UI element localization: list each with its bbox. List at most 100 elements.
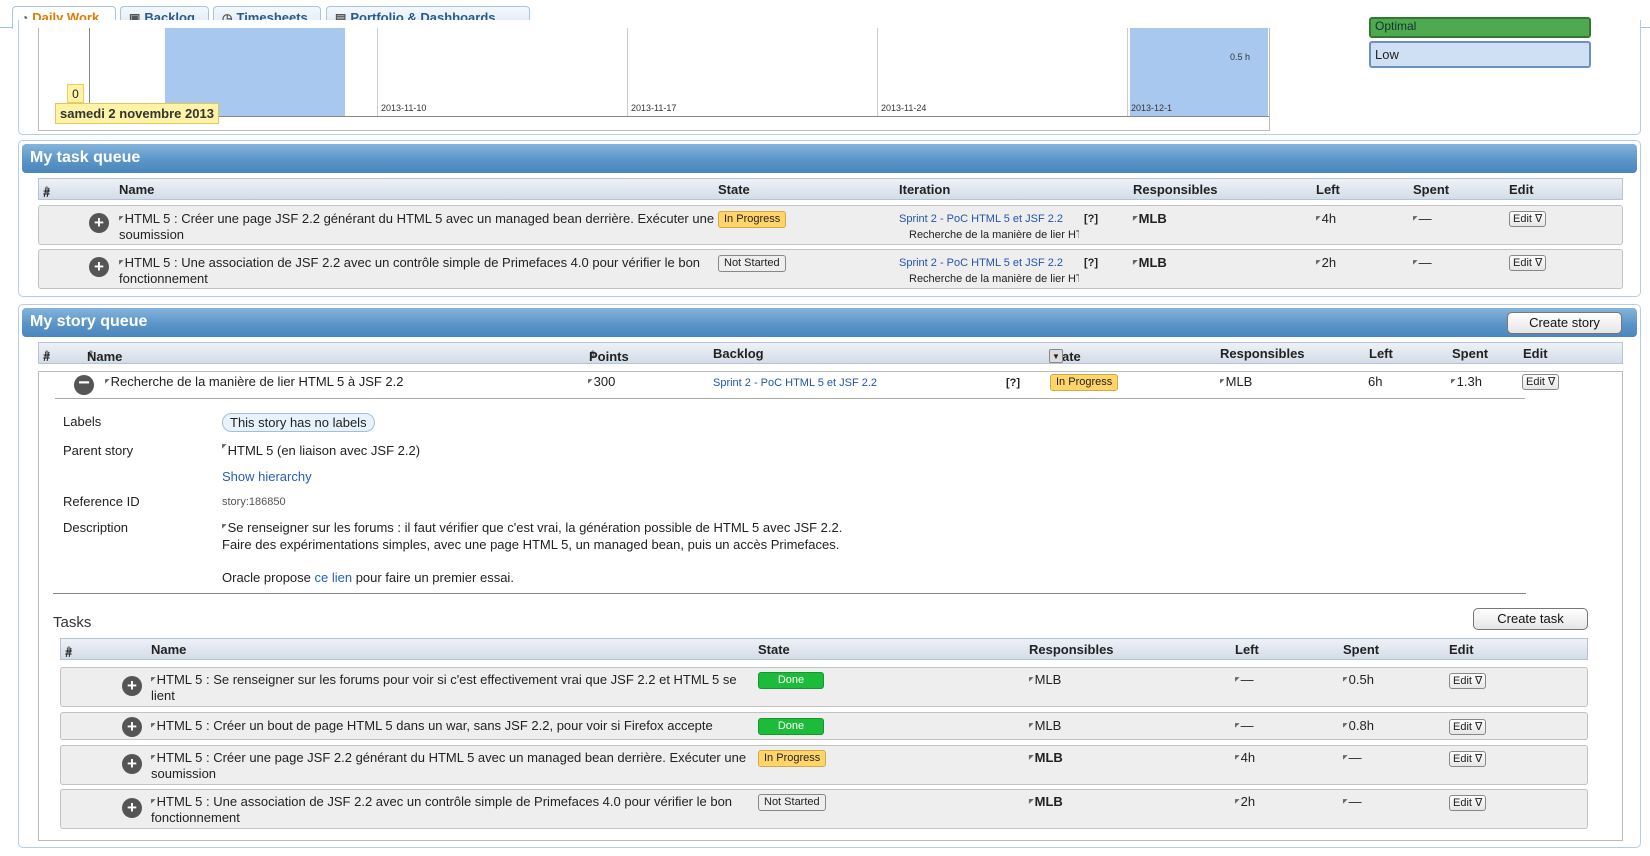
effort-spent[interactable]: ◤— <box>1413 255 1432 271</box>
workload-chart: 2013-11-10 2013-11-17 2013-11-24 2013-12… <box>38 28 1270 131</box>
effort-spent[interactable]: ◤0.8h <box>1343 718 1374 734</box>
task-name[interactable]: ◤HTML 5 : Créer une page JSF 2.2 généran… <box>151 750 751 782</box>
effort-spent[interactable]: ◤— <box>1343 794 1362 810</box>
effort-spent[interactable]: ◤— <box>1343 750 1362 766</box>
iteration-link[interactable]: Sprint 2 - PoC HTML 5 et JSF 2.2 <box>899 213 1063 225</box>
col-responsibles[interactable]: Responsibles <box>1220 346 1305 361</box>
col-spent[interactable]: Spent <box>1343 642 1379 657</box>
col-name[interactable]: Name <box>151 642 186 657</box>
state-badge[interactable]: Done <box>758 672 824 689</box>
col-spent[interactable]: Spent <box>1452 346 1488 361</box>
task-name[interactable]: ◤HTML 5 : Se renseigner sur les forums p… <box>151 672 751 704</box>
show-hierarchy-link[interactable]: Show hierarchy <box>222 469 312 484</box>
effort-spent[interactable]: ◤1.3h <box>1451 374 1482 390</box>
col-left[interactable]: Left <box>1316 182 1340 197</box>
filter-dropdown-icon[interactable]: ▼ <box>1049 349 1063 363</box>
expand-icon[interactable]: + <box>122 798 142 818</box>
responsibles[interactable]: ◤MLB <box>1133 255 1167 271</box>
expand-icon[interactable]: + <box>122 676 142 696</box>
task-name[interactable]: ◤HTML 5 : Une association de JSF 2.2 ave… <box>151 794 751 826</box>
edit-corner-icon: ◤ <box>119 216 124 222</box>
story-name[interactable]: ◤Recherche de la manière de lier HTML 5 … <box>105 374 404 390</box>
priority-low[interactable]: Low <box>1369 41 1591 68</box>
backlog-help[interactable]: [?] <box>1006 377 1020 389</box>
effort-left[interactable]: ◤4h <box>1316 211 1336 227</box>
iteration-story: Recherche de la manière de lier HTML 5 à… <box>909 229 1079 241</box>
edit-button[interactable]: Edit ∇ <box>1509 255 1547 271</box>
col-responsibles[interactable]: Responsibles <box>1133 182 1218 197</box>
iteration-help[interactable]: [?] <box>1084 213 1098 225</box>
responsibles[interactable]: ◤MLB <box>1029 794 1063 810</box>
labels-value[interactable]: This story has no labels <box>222 413 375 432</box>
col-state[interactable]: State <box>718 182 750 197</box>
effort-left[interactable]: ◤4h <box>1235 750 1255 766</box>
story-queue-title: My story queue <box>22 308 1637 337</box>
col-left[interactable]: Left <box>1369 346 1393 361</box>
priority-optimal[interactable]: Optimal <box>1369 17 1591 38</box>
story-row: − ◤Recherche de la manière de lier HTML … <box>38 371 1623 399</box>
create-story-button[interactable]: Create story <box>1507 312 1622 334</box>
task-name[interactable]: ◤HTML 5 : Une association de JSF 2.2 ave… <box>119 255 719 287</box>
chart-date-tooltip: samedi 2 novembre 2013 <box>55 103 219 124</box>
expand-icon[interactable]: + <box>89 213 109 233</box>
story-queue-header: ⇕ # ⇕ Name ⇕ Points Backlog State ▼ Respons… <box>38 342 1623 364</box>
task-name[interactable]: ◤HTML 5 : Créer un bout de page HTML 5 d… <box>151 718 751 734</box>
state-badge[interactable]: Not Started <box>758 794 826 811</box>
iteration-help[interactable]: [?] <box>1084 257 1098 269</box>
parent-story-value[interactable]: ◤HTML 5 (en liaison avec JSF 2.2) <box>222 443 420 458</box>
edit-button[interactable]: Edit ∇ <box>1522 374 1560 390</box>
table-row: + ◤HTML 5 : Une association de JSF 2.2 a… <box>60 789 1588 829</box>
effort-left[interactable]: ◤2h <box>1316 255 1336 271</box>
col-state[interactable]: State <box>758 642 790 657</box>
state-badge[interactable]: Not Started <box>718 255 786 272</box>
table-row: + ◤HTML 5 : Se renseigner sur les forums… <box>60 667 1588 707</box>
effort-left[interactable]: 6h <box>1368 374 1382 390</box>
edit-button[interactable]: Edit ∇ <box>1449 673 1487 689</box>
story-points[interactable]: ◤300 <box>588 374 615 390</box>
tasks-header: ⇕ # Name State Responsibles Left Spent Ed… <box>60 638 1588 660</box>
col-edit: Edit <box>1509 182 1534 197</box>
expand-icon[interactable]: + <box>122 754 142 774</box>
edit-button[interactable]: Edit ∇ <box>1449 751 1487 767</box>
col-responsibles[interactable]: Responsibles <box>1029 642 1114 657</box>
description-value[interactable]: ◤Se renseigner sur les forums : il faut … <box>222 519 1122 586</box>
effort-left[interactable]: ◤— <box>1235 672 1254 688</box>
backlog-link[interactable]: Sprint 2 - PoC HTML 5 et JSF 2.2 <box>713 377 877 389</box>
effort-spent[interactable]: ◤0.5h <box>1343 672 1374 688</box>
col-edit: Edit <box>1449 642 1474 657</box>
chart-tick-label: 2013-11-24 <box>881 103 927 113</box>
responsibles[interactable]: ◤MLB <box>1133 211 1167 227</box>
expand-icon[interactable]: + <box>89 257 109 277</box>
responsibles[interactable]: ◤MLB <box>1220 374 1252 390</box>
edit-button[interactable]: Edit ∇ <box>1449 795 1487 811</box>
state-badge[interactable]: In Progress <box>718 211 787 228</box>
table-row: + ◤HTML 5 : Créer une page JSF 2.2 génér… <box>60 745 1588 785</box>
effort-left[interactable]: ◤2h <box>1235 794 1255 810</box>
effort-spent[interactable]: ◤— <box>1413 211 1432 227</box>
col-spent[interactable]: Spent <box>1413 182 1449 197</box>
collapse-icon[interactable]: − <box>74 373 94 395</box>
state-badge[interactable]: Done <box>758 718 824 735</box>
iteration-link[interactable]: Sprint 2 - PoC HTML 5 et JSF 2.2 <box>899 257 1063 269</box>
col-backlog[interactable]: Backlog <box>713 346 764 361</box>
table-row: + ◤HTML 5 : Créer une page JSF 2.2 génér… <box>38 205 1623 245</box>
responsibles[interactable]: ◤MLB <box>1029 718 1061 734</box>
chart-tick-label: 2013-12-1 <box>1131 103 1173 113</box>
col-iteration[interactable]: Iteration <box>899 182 950 197</box>
expand-icon[interactable]: + <box>122 717 142 737</box>
effort-left[interactable]: ◤— <box>1235 718 1254 734</box>
task-name[interactable]: ◤HTML 5 : Créer une page JSF 2.2 généran… <box>119 211 755 243</box>
edit-button[interactable]: Edit ∇ <box>1509 211 1547 227</box>
responsibles[interactable]: ◤MLB <box>1029 750 1063 766</box>
create-task-button[interactable]: Create task <box>1473 608 1588 630</box>
state-badge[interactable]: In Progress <box>758 750 827 767</box>
tasks-title: Tasks <box>53 614 92 631</box>
col-name[interactable]: Name <box>119 182 154 197</box>
labels-label: Labels <box>63 414 102 429</box>
edit-button[interactable]: Edit ∇ <box>1449 719 1487 735</box>
state-badge[interactable]: In Progress <box>1050 374 1119 391</box>
col-left[interactable]: Left <box>1235 642 1259 657</box>
ce-lien-link[interactable]: ce lien <box>315 570 353 585</box>
chart-tick-label: 2013-11-10 <box>381 103 427 113</box>
responsibles[interactable]: ◤MLB <box>1029 672 1061 688</box>
